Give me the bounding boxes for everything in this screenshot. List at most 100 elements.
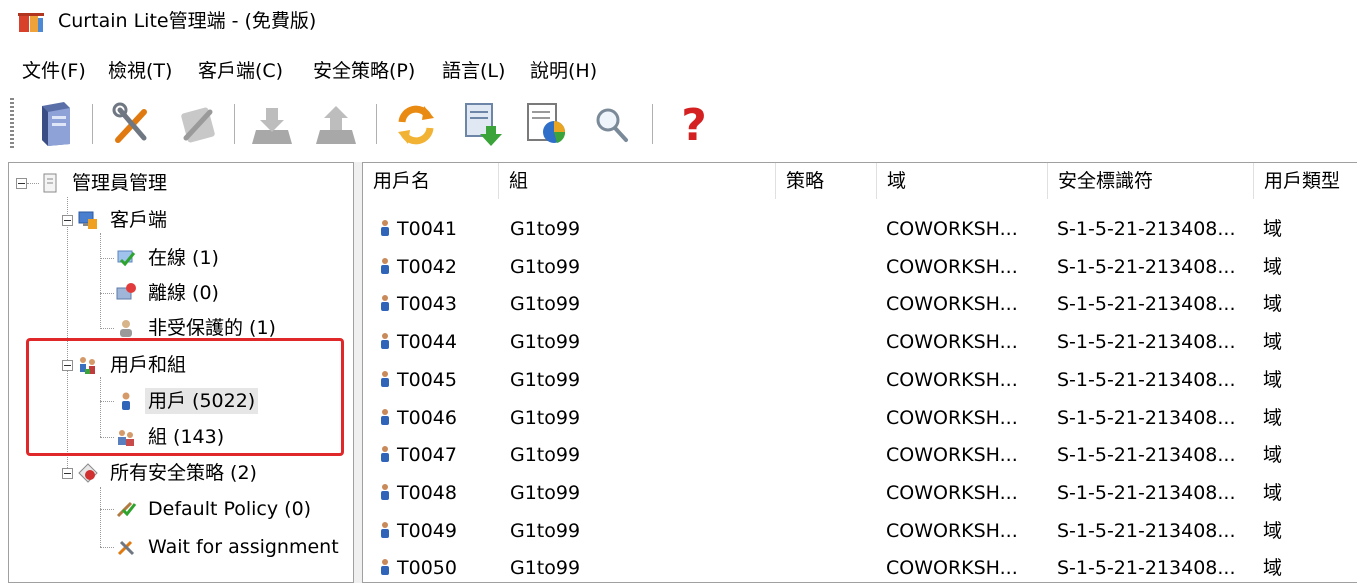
tree-expander[interactable] <box>62 468 73 479</box>
cell-username-text: T0050 <box>397 557 457 580</box>
navigation-tree[interactable]: 管理員管理 客戶端 在線 (1) 離線 (0) 非受保護的 (1) 用戶和組 用… <box>8 162 354 583</box>
cell-domain: COWORKSH... <box>886 286 1046 323</box>
table-row[interactable]: T0042 G1to99 COWORKSH... S-1-5-21-213408...… <box>363 249 1357 286</box>
cell-domain: COWORKSH... <box>886 475 1046 512</box>
column-header-group[interactable]: 組 <box>499 163 776 199</box>
cell-group-text: G1to99 <box>510 293 581 316</box>
toolbar-separator <box>652 104 654 144</box>
menu-client[interactable]: 客戶端(C) <box>198 58 283 84</box>
upload-button[interactable] <box>308 98 364 150</box>
cell-domain: COWORKSH... <box>886 249 1046 286</box>
menu-file[interactable]: 文件(F) <box>22 58 86 84</box>
help-button[interactable]: ? <box>666 98 722 150</box>
table-row[interactable]: T0044 G1to99 COWORKSH... S-1-5-21-213408...… <box>363 324 1357 361</box>
cell-user-type: 域 <box>1263 249 1353 286</box>
online-computer-icon <box>117 250 136 267</box>
table-row[interactable]: T0043 G1to99 COWORKSH... S-1-5-21-213408...… <box>363 286 1357 323</box>
cell-username-text: T0048 <box>397 481 457 504</box>
user-icon <box>381 333 389 350</box>
tools-disabled-icon <box>181 107 215 143</box>
cell-domain-text: COWORKSH... <box>886 406 1018 429</box>
table-row[interactable]: T0047 G1to99 COWORKSH... S-1-5-21-213408...… <box>363 437 1357 474</box>
table-row[interactable]: T0048 G1to99 COWORKSH... S-1-5-21-213408...… <box>363 475 1357 512</box>
cell-sid-text: S-1-5-21-213408... <box>1057 481 1236 504</box>
server-button[interactable] <box>28 98 84 150</box>
tree-node-clients[interactable]: 客戶端 <box>77 206 170 234</box>
cell-policy <box>787 550 877 582</box>
cell-policy <box>787 249 877 286</box>
cell-username: T0050 <box>379 550 497 582</box>
table-row[interactable]: T0045 G1to99 COWORKSH... S-1-5-21-213408...… <box>363 362 1357 399</box>
menu-security-policy[interactable]: 安全策略(P) <box>313 58 415 84</box>
table-row[interactable]: T0041 G1to99 COWORKSH... S-1-5-21-213408...… <box>363 211 1357 248</box>
cell-group: G1to99 <box>510 400 770 437</box>
column-header-user-type[interactable]: 用戶類型 <box>1254 163 1357 199</box>
tree-node-unprotected[interactable]: 非受保護的 (1) <box>115 314 279 342</box>
cell-user-type: 域 <box>1263 400 1353 437</box>
table-row[interactable]: T0049 G1to99 COWORKSH... S-1-5-21-213408...… <box>363 513 1357 550</box>
download-button[interactable] <box>244 98 300 150</box>
cell-group-text: G1to99 <box>510 331 581 354</box>
user-icon <box>381 408 389 425</box>
tree-node-users[interactable]: 用戶 (5022) <box>115 387 259 415</box>
report-button[interactable] <box>518 98 574 150</box>
refresh-button[interactable] <box>388 98 444 150</box>
tree-node-users-and-groups[interactable]: 用戶和組 <box>77 351 189 379</box>
tree-line <box>100 258 114 259</box>
column-header-username[interactable]: 用戶名 <box>363 163 499 199</box>
search-button[interactable] <box>584 98 640 150</box>
toolbar-grip[interactable] <box>10 98 14 150</box>
export-button[interactable] <box>454 98 510 150</box>
cell-policy <box>787 475 877 512</box>
cell-group: G1to99 <box>510 437 770 474</box>
document-icon <box>43 173 57 193</box>
tree-line <box>100 401 114 402</box>
tree-node-offline[interactable]: 離線 (0) <box>115 279 222 307</box>
search-icon <box>596 108 628 142</box>
tree-node-online[interactable]: 在線 (1) <box>115 244 222 272</box>
tree-expander[interactable] <box>16 178 27 189</box>
cell-username-text: T0044 <box>397 331 457 354</box>
cell-username: T0046 <box>379 400 497 437</box>
tree-node-default-policy[interactable]: Default Policy (0) <box>115 495 314 523</box>
user-icon <box>381 521 389 538</box>
tree-expander[interactable] <box>62 215 73 226</box>
menu-help[interactable]: 說明(H) <box>530 58 597 84</box>
cell-domain: COWORKSH... <box>886 513 1046 550</box>
tree-line <box>67 197 68 472</box>
user-list-view[interactable]: 用戶名 組 策略 域 安全標識符 用戶類型 T0041 G1to99 COWORKS… <box>362 162 1357 583</box>
toolbar-separator <box>376 104 378 144</box>
cell-domain-text: COWORKSH... <box>886 557 1018 580</box>
title-bar: Curtain Lite管理端 - (免費版) <box>0 0 1357 46</box>
toolbar-separator <box>234 104 236 144</box>
table-row[interactable]: T0050 G1to99 COWORKSH... S-1-5-21-213408...… <box>363 550 1357 582</box>
cell-domain-text: COWORKSH... <box>886 255 1018 278</box>
cell-sid: S-1-5-21-213408... <box>1057 324 1251 361</box>
tree-node-admin-management[interactable]: 管理員管理 <box>39 169 170 197</box>
tree-node-all-policies[interactable]: 所有安全策略 (2) <box>77 459 260 487</box>
tree-node-groups[interactable]: 組 (143) <box>115 423 227 451</box>
tree-line <box>100 487 101 547</box>
user-icon <box>381 370 389 387</box>
cell-username-text: T0046 <box>397 406 457 429</box>
cell-domain: COWORKSH... <box>886 400 1046 437</box>
menu-view[interactable]: 檢視(T) <box>108 58 172 84</box>
app-curtain-icon <box>18 13 44 32</box>
cell-group: G1to99 <box>510 211 770 248</box>
cell-domain-text: COWORKSH... <box>886 293 1018 316</box>
column-header-sid[interactable]: 安全標識符 <box>1048 163 1254 199</box>
cell-user-type-text: 域 <box>1263 406 1283 429</box>
tools-button[interactable] <box>104 98 160 150</box>
tree-expander[interactable] <box>62 360 73 371</box>
cell-policy <box>787 513 877 550</box>
table-row[interactable]: T0046 G1to99 COWORKSH... S-1-5-21-213408...… <box>363 400 1357 437</box>
pane-splitter[interactable] <box>354 162 362 583</box>
tree-node-wait-for-assignment[interactable]: Wait for assignment <box>115 533 342 561</box>
cell-user-type: 域 <box>1263 437 1353 474</box>
tools-disabled-button[interactable] <box>170 98 226 150</box>
server-icon <box>42 102 70 146</box>
menu-language[interactable]: 語言(L) <box>442 58 505 84</box>
cell-sid: S-1-5-21-213408... <box>1057 550 1251 582</box>
column-header-policy[interactable]: 策略 <box>776 163 877 199</box>
column-header-domain[interactable]: 域 <box>877 163 1048 199</box>
